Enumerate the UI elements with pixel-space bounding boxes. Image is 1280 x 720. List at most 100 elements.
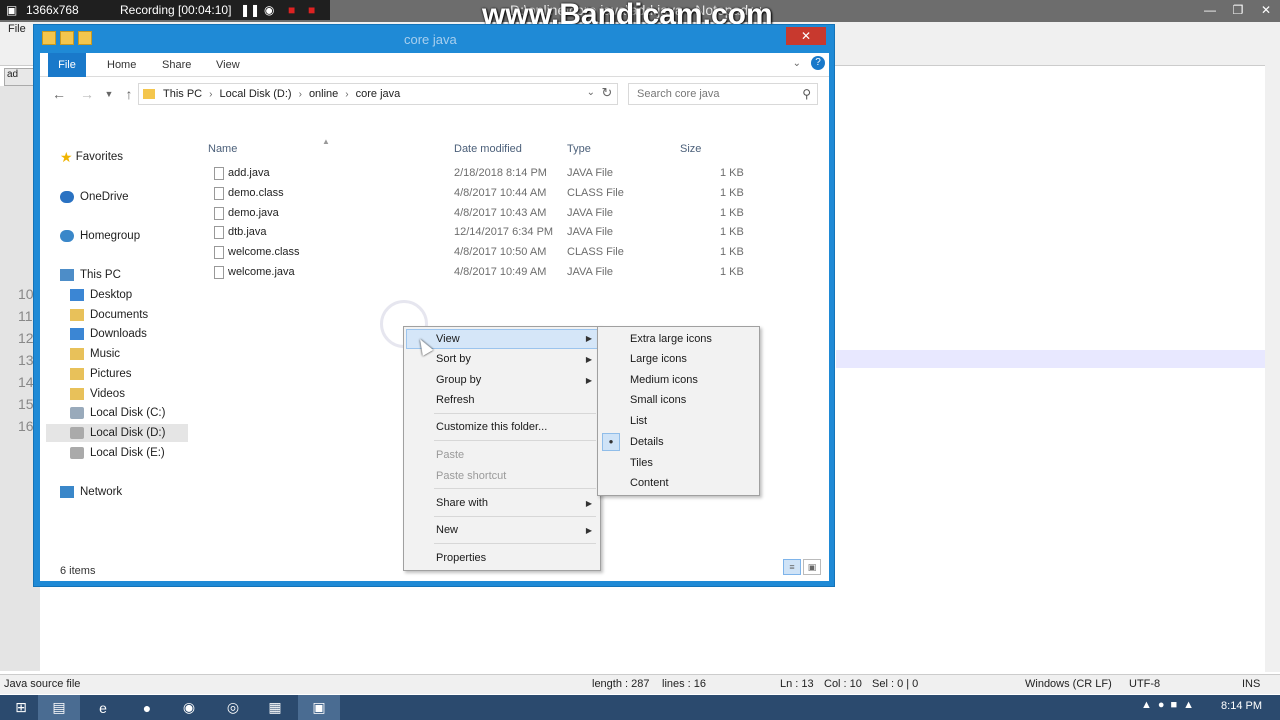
view-tiles[interactable]: Tiles: [630, 453, 653, 473]
nav-local-disk-e[interactable]: Local Disk (E:): [70, 444, 165, 462]
nav-music[interactable]: Music: [70, 345, 120, 363]
nav-network[interactable]: Network: [60, 483, 122, 501]
view-small-icons[interactable]: Small icons: [630, 390, 686, 410]
videos-icon: [70, 388, 84, 400]
expand-ribbon-icon[interactable]: ⌄: [793, 58, 801, 69]
up-icon[interactable]: ↑: [120, 85, 138, 103]
properties-icon[interactable]: [60, 31, 74, 45]
breadcrumb-this-pc[interactable]: This PC: [163, 88, 202, 100]
editor-scrollbar[interactable]: [1265, 22, 1280, 672]
menu-item-paste[interactable]: Paste: [436, 445, 464, 465]
menu-item-new[interactable]: New: [436, 520, 458, 540]
breadcrumb-online[interactable]: online: [309, 88, 338, 100]
breadcrumb-local-disk-d[interactable]: Local Disk (D:): [219, 88, 291, 100]
status-col: Col : 10: [824, 678, 862, 690]
menu-item-share-with[interactable]: Share with: [436, 493, 488, 513]
chevron-right-icon[interactable]: ›: [209, 89, 212, 100]
tab-file[interactable]: File: [48, 53, 86, 77]
file-icon: [214, 226, 224, 239]
column-type[interactable]: Type: [567, 143, 591, 155]
menu-file[interactable]: File: [8, 23, 26, 35]
large-icons-view-icon[interactable]: ▣: [803, 559, 821, 575]
breadcrumb-core-java[interactable]: core java: [356, 88, 401, 100]
status-eol: Windows (CR LF): [1025, 678, 1112, 690]
file-row[interactable]: demo.class 4/8/2017 10:44 AM CLASS File …: [208, 185, 828, 204]
menu-item-group-by[interactable]: Group by: [436, 370, 481, 390]
nav-desktop[interactable]: Desktop: [70, 286, 132, 304]
recent-locations-icon[interactable]: ▼: [100, 85, 118, 103]
file-date: 4/8/2017 10:43 AM: [454, 207, 547, 219]
nav-videos[interactable]: Videos: [70, 385, 125, 403]
file-row[interactable]: welcome.java 4/8/2017 10:49 AM JAVA File…: [208, 264, 828, 283]
view-content[interactable]: Content: [630, 473, 669, 493]
chevron-down-icon[interactable]: ⌄: [587, 87, 595, 98]
minimize-icon[interactable]: —: [1196, 0, 1224, 20]
view-medium-icons[interactable]: Medium icons: [630, 370, 698, 390]
tab-view[interactable]: View: [216, 53, 240, 77]
nav-label: Homegroup: [80, 230, 141, 242]
search-icon[interactable]: ⚲: [802, 87, 811, 101]
column-size[interactable]: Size: [680, 143, 701, 155]
restore-icon[interactable]: ❐: [1224, 0, 1252, 20]
system-tray-icons[interactable]: ▲●■▲: [1141, 699, 1200, 711]
homegroup-icon: [60, 230, 74, 242]
menu-item-refresh[interactable]: Refresh: [436, 390, 475, 410]
excel-icon[interactable]: ▦: [254, 695, 296, 720]
file-row[interactable]: demo.java 4/8/2017 10:43 AM JAVA File 1 …: [208, 205, 828, 224]
firefox-icon[interactable]: ●: [126, 695, 168, 720]
menu-item-view[interactable]: View: [436, 329, 460, 349]
media-icon[interactable]: ◉: [168, 695, 210, 720]
view-extra-large-icons[interactable]: Extra large icons: [630, 329, 712, 349]
file-row[interactable]: add.java 2/18/2018 8:14 PM JAVA File 1 K…: [208, 165, 828, 184]
menu-item-properties[interactable]: Properties: [436, 548, 486, 568]
help-icon[interactable]: ?: [811, 56, 825, 70]
new-folder-icon[interactable]: [78, 31, 92, 45]
pause-icon[interactable]: ❚❚: [240, 3, 260, 17]
menu-item-paste-shortcut[interactable]: Paste shortcut: [436, 466, 506, 486]
column-date-modified[interactable]: Date modified: [454, 143, 522, 155]
explorer-titlebar[interactable]: core java ✕: [34, 25, 834, 53]
nav-downloads[interactable]: Downloads: [70, 325, 147, 343]
forward-icon[interactable]: →: [78, 85, 96, 103]
nav-homegroup[interactable]: Homegroup: [60, 227, 140, 245]
details-view-icon[interactable]: ≡: [783, 559, 801, 575]
notepad-file-tab[interactable]: ad: [4, 68, 34, 86]
address-bar[interactable]: This PC › Local Disk (D:) › online › cor…: [138, 83, 618, 105]
nav-this-pc[interactable]: This PC: [60, 266, 121, 284]
nav-onedrive[interactable]: OneDrive: [60, 188, 129, 206]
chrome-icon[interactable]: ◎: [212, 695, 254, 720]
stop-icon[interactable]: ■: [308, 3, 315, 17]
menu-item-sort-by[interactable]: Sort by: [436, 349, 471, 369]
search-input[interactable]: Search core java ⚲: [628, 83, 818, 105]
view-large-icons[interactable]: Large icons: [630, 349, 687, 369]
tab-share[interactable]: Share: [162, 53, 191, 77]
nav-pictures[interactable]: Pictures: [70, 365, 132, 383]
column-name[interactable]: Name: [208, 143, 237, 155]
nav-local-disk-d[interactable]: Local Disk (D:): [46, 424, 188, 442]
camera-icon[interactable]: ◉: [264, 3, 274, 17]
close-button[interactable]: ✕: [786, 27, 826, 45]
notepad-taskbar-icon[interactable]: ▣: [298, 695, 340, 720]
file-date: 2/18/2018 8:14 PM: [454, 167, 547, 179]
record-icon[interactable]: ■: [288, 3, 295, 17]
tab-home[interactable]: Home: [107, 53, 136, 77]
refresh-icon[interactable]: ↻: [598, 85, 616, 103]
nav-local-disk-c[interactable]: Local Disk (C:): [70, 404, 165, 422]
chevron-right-icon[interactable]: ›: [299, 89, 302, 100]
file-size: 1 KB: [720, 266, 744, 278]
chevron-right-icon[interactable]: ›: [345, 89, 348, 100]
file-row[interactable]: dtb.java 12/14/2017 6:34 PM JAVA File 1 …: [208, 224, 828, 243]
close-icon[interactable]: ✕: [1252, 0, 1280, 20]
nav-favorites[interactable]: ★ Favorites: [60, 148, 123, 166]
file-explorer-taskbar-icon[interactable]: ▤: [38, 695, 80, 720]
file-row[interactable]: welcome.class 4/8/2017 10:50 AM CLASS Fi…: [208, 244, 828, 263]
nav-documents[interactable]: Documents: [70, 306, 148, 324]
back-icon[interactable]: ←: [50, 85, 68, 103]
address-row: ← → ▼ ↑ This PC › Local Disk (D:) › onli…: [40, 77, 829, 111]
menu-item-customize-folder[interactable]: Customize this folder...: [436, 417, 547, 437]
internet-explorer-icon[interactable]: e: [82, 695, 124, 720]
start-button[interactable]: ⊞: [0, 695, 42, 720]
view-list[interactable]: List: [630, 411, 647, 431]
clock[interactable]: 8:14 PM: [1221, 700, 1262, 712]
view-details[interactable]: Details: [630, 432, 664, 452]
